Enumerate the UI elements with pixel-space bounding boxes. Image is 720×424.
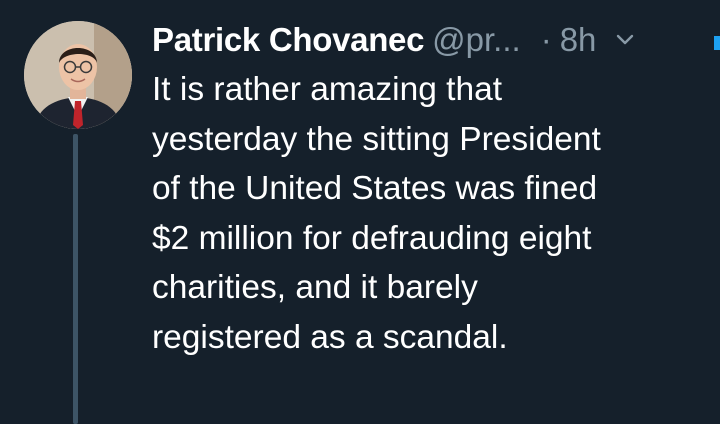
author-handle[interactable]: @pr... [432,21,521,59]
accent-edge-mark [714,36,720,50]
chevron-down-icon[interactable] [614,29,636,51]
separator-dot: · [540,21,552,58]
tweet-timestamp[interactable]: 8h [560,21,597,59]
tweet-header: Patrick Chovanec @pr... · 8h [152,16,712,64]
author-name[interactable]: Patrick Chovanec [152,21,424,59]
avatar-photo [24,21,132,129]
tweet-body-text: It is rather amazing that yesterday the … [152,71,601,356]
thread-connector-line [73,134,78,424]
author-avatar[interactable] [24,21,132,129]
